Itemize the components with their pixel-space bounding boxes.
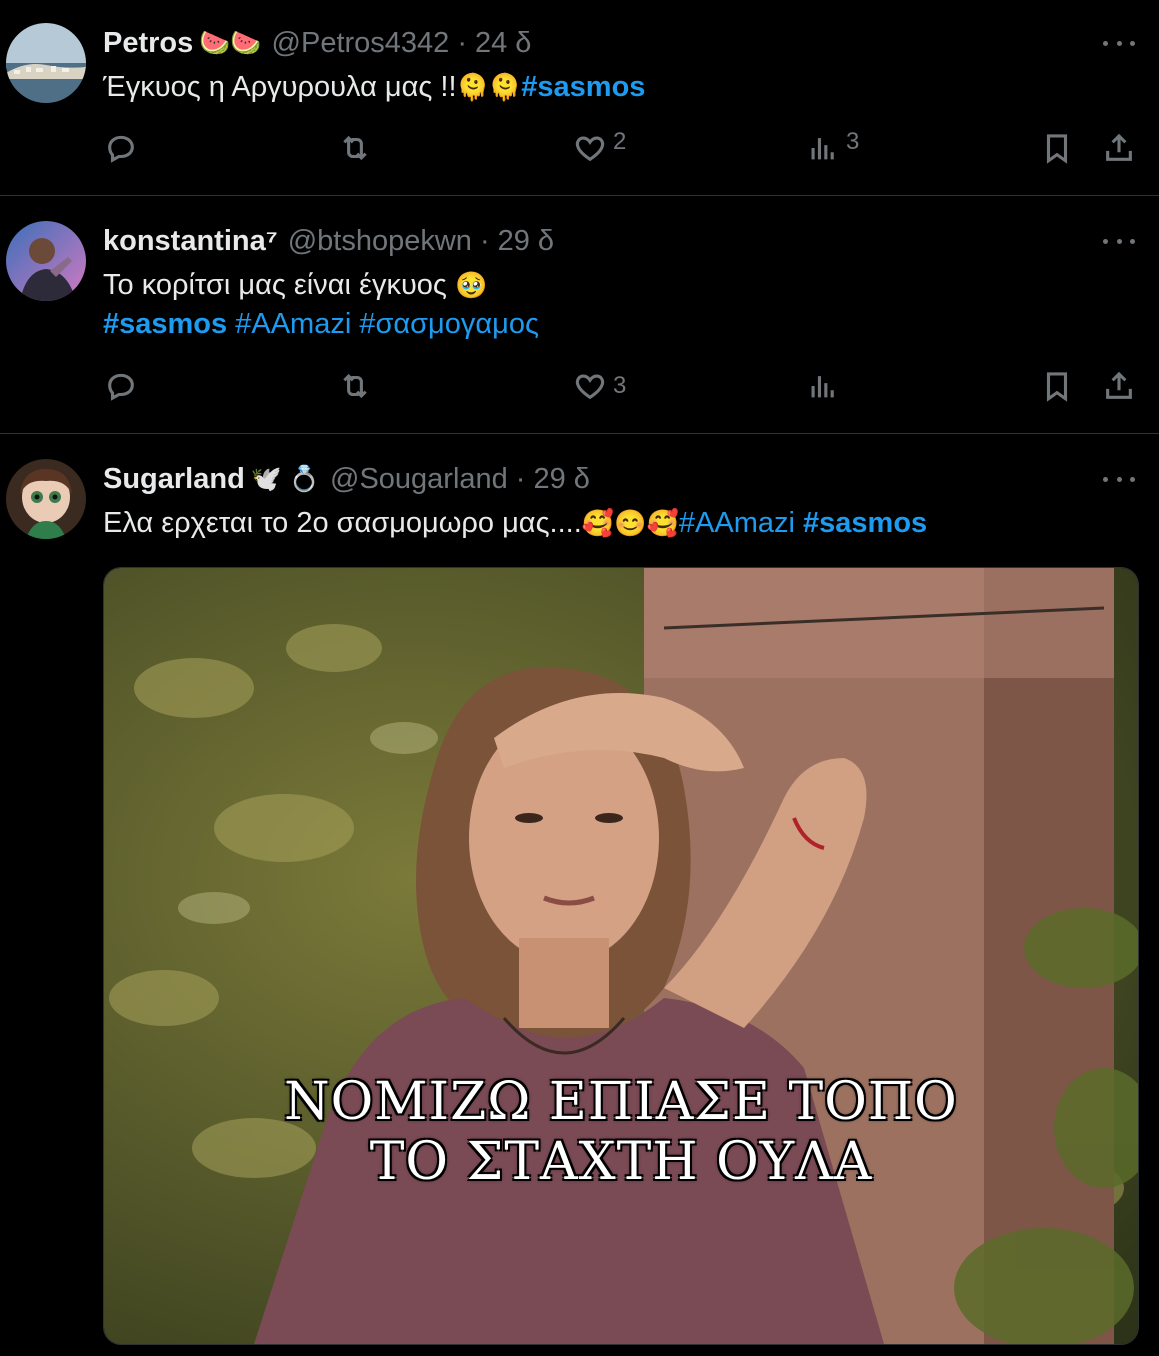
tweet-text: Ελα ερχεται το 2ο σασμομωρο μας....🥰😊🥰#A…: [103, 504, 927, 543]
tweet-media-image[interactable]: ΝΟΜΙΖΩ ΕΠΙΑΣΕ ΤΟΠΟ ΤΟ ΣΤΑΧΤΗ ΟΥΛΑ: [103, 567, 1139, 1345]
avatar[interactable]: [6, 23, 86, 103]
bookmark-button[interactable]: [1040, 131, 1074, 165]
hashtag-link[interactable]: #sasmos: [103, 308, 227, 340]
user-handle[interactable]: @btshopekwn: [288, 225, 472, 258]
name-emoji: 🕊️ 💍: [250, 464, 321, 493]
hashtag-link[interactable]: #sasmos: [803, 507, 927, 539]
retweet-icon: [338, 369, 372, 403]
tweet-body: Το κορίτσι μας είναι έγκυος: [103, 269, 447, 301]
tweet-body: Έγκυος η Αργυρουλα μας !!: [103, 71, 457, 103]
tweet-emojis: 🫠🫠: [456, 72, 522, 102]
more-icon[interactable]: [1103, 33, 1135, 53]
caption-line-1: ΝΟΜΙΖΩ ΕΠΙΑΣΕ ΤΟΠΟ: [284, 1072, 958, 1132]
display-name[interactable]: Sugarland: [103, 463, 245, 496]
media-caption: ΝΟΜΙΖΩ ΕΠΙΑΣΕ ΤΟΠΟ ΤΟ ΣΤΑΧΤΗ ΟΥΛΑ: [104, 1072, 1138, 1192]
like-icon: [573, 369, 607, 403]
tweet-text: Το κορίτσι μας είναι έγκυος 🥹 #sasmos #A…: [103, 266, 539, 344]
retweet-icon: [338, 131, 372, 165]
reply-button[interactable]: [104, 369, 138, 403]
display-name[interactable]: konstantina⁷: [103, 225, 278, 258]
share-icon: [1102, 369, 1136, 403]
tweet-emojis: 🥹: [454, 270, 488, 300]
user-handle[interactable]: @Sougarland: [330, 463, 508, 496]
separator: ·: [515, 462, 526, 495]
like-count: 2: [613, 128, 627, 155]
views-button[interactable]: [806, 369, 840, 403]
bookmark-button[interactable]: [1040, 369, 1074, 403]
like-icon: [573, 131, 607, 165]
views-icon: [806, 369, 840, 403]
share-icon: [1102, 131, 1136, 165]
avatar[interactable]: [6, 221, 86, 301]
media-scene: [104, 568, 1138, 1344]
like-count: 3: [613, 372, 627, 399]
timestamp[interactable]: 29 δ: [498, 225, 554, 258]
user-handle[interactable]: @Petros4342: [272, 27, 450, 60]
reply-icon: [104, 131, 138, 165]
retweet-button[interactable]: [338, 369, 372, 403]
separator: ·: [457, 26, 467, 59]
views-button[interactable]: 3: [806, 128, 860, 165]
retweet-button[interactable]: [338, 131, 372, 165]
tweet-text: Έγκυος η Αργυρουλα μας !!🫠🫠#sasmos: [103, 68, 645, 107]
tweet-emojis: 🥰😊🥰: [581, 508, 679, 538]
timestamp[interactable]: 29 δ: [533, 463, 589, 496]
tweet-petros[interactable]: Petros 🍉🍉 @Petros4342 · 24 δ Έγκυος η Αρ…: [0, 0, 1159, 195]
more-icon[interactable]: [1103, 231, 1135, 251]
hashtag-link[interactable]: #σασμογαμος: [359, 308, 539, 340]
views-count: 3: [846, 128, 860, 155]
more-icon[interactable]: [1103, 469, 1135, 489]
hashtag-link[interactable]: #sasmos: [521, 71, 645, 103]
name-emoji: 🍉🍉: [199, 28, 262, 57]
like-button[interactable]: 2: [573, 128, 627, 165]
share-button[interactable]: [1102, 131, 1136, 165]
tweet-konstantina[interactable]: konstantina⁷ @btshopekwn · 29 δ Το κορίτ…: [0, 196, 1159, 433]
bookmark-icon: [1040, 369, 1074, 403]
reply-button[interactable]: [104, 131, 138, 165]
views-icon: [806, 131, 840, 165]
timestamp[interactable]: 24 δ: [475, 27, 531, 60]
hashtag-link[interactable]: #AAmazi: [679, 507, 795, 539]
like-button[interactable]: 3: [573, 369, 626, 403]
display-name[interactable]: Petros: [103, 27, 193, 60]
hashtag-link[interactable]: #AAmazi: [235, 308, 351, 340]
reply-icon: [104, 369, 138, 403]
bookmark-icon: [1040, 131, 1074, 165]
caption-line-2: ΤΟ ΣΤΑΧΤΗ ΟΥΛΑ: [369, 1132, 873, 1192]
tweet-body: Ελα ερχεται το 2ο σασμομωρο μας....: [103, 507, 582, 539]
avatar[interactable]: [6, 459, 86, 539]
share-button[interactable]: [1102, 369, 1136, 403]
separator: ·: [479, 224, 490, 257]
